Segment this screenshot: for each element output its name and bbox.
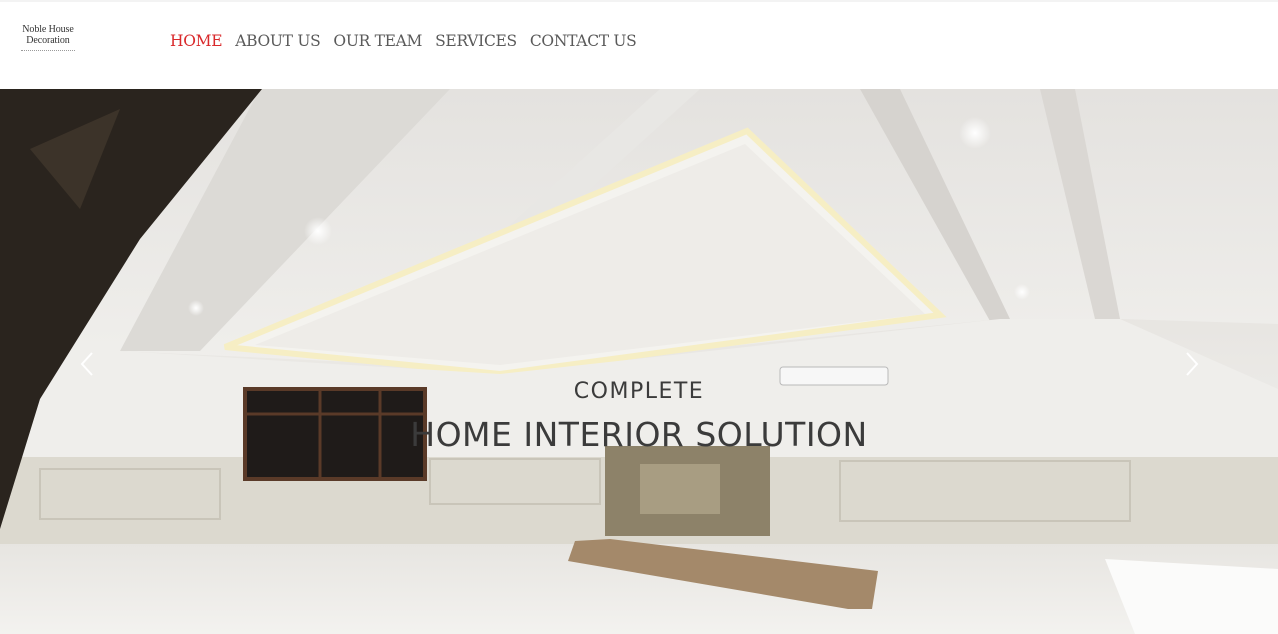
hero-title: HOME INTERIOR SOLUTION bbox=[410, 415, 868, 454]
header: Noble House Decoration HOME ABOUT US OUR… bbox=[0, 0, 1278, 89]
site-logo[interactable]: Noble House Decoration bbox=[14, 24, 82, 60]
nav-item-home[interactable]: HOME bbox=[170, 31, 223, 51]
nav-item-contact-us[interactable]: CONTACT US bbox=[530, 31, 637, 51]
logo-line-1: Noble House bbox=[22, 24, 74, 35]
logo-line-2: Decoration bbox=[26, 35, 70, 46]
hero-slider: COMPLETE HOME INTERIOR SOLUTION bbox=[0, 89, 1278, 634]
slider-next-button[interactable] bbox=[1182, 351, 1202, 377]
nav-item-about-us[interactable]: ABOUT US bbox=[235, 31, 321, 51]
hero-image bbox=[0, 89, 1278, 634]
chevron-right-icon bbox=[1186, 352, 1199, 376]
slider-prev-button[interactable] bbox=[78, 351, 98, 377]
logo-tagline bbox=[21, 50, 75, 52]
chevron-left-icon bbox=[80, 352, 93, 376]
nav-item-services[interactable]: SERVICES bbox=[435, 31, 517, 51]
hero-subtitle: COMPLETE bbox=[573, 379, 705, 404]
main-nav: HOME ABOUT US OUR TEAM SERVICES CONTACT … bbox=[170, 31, 650, 51]
nav-item-our-team[interactable]: OUR TEAM bbox=[333, 31, 422, 51]
